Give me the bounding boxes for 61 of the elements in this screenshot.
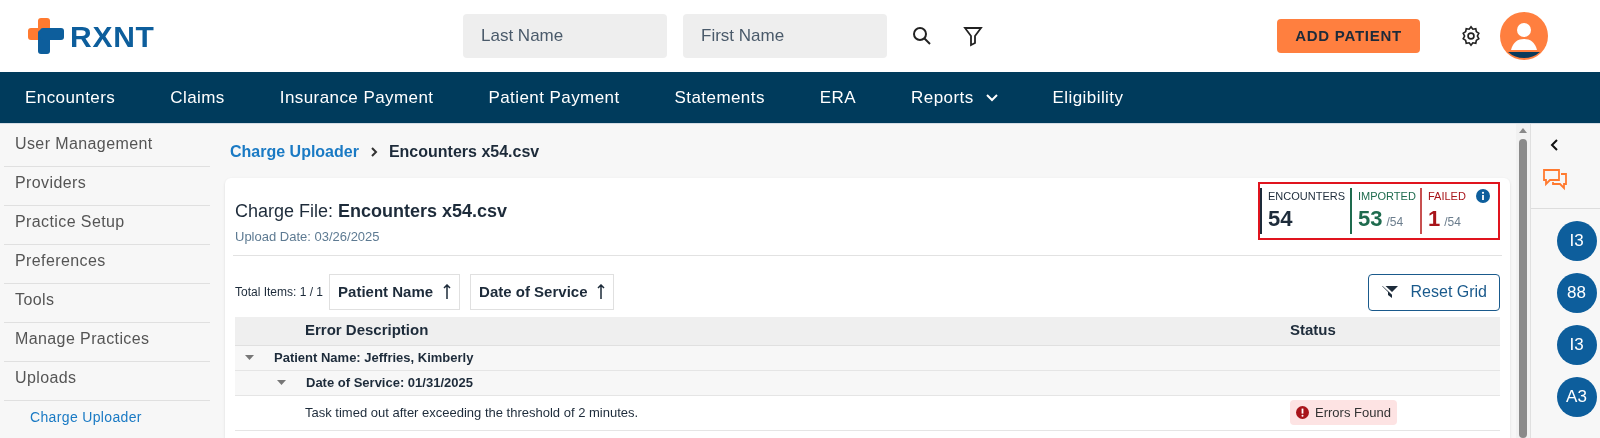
nav-item[interactable]: Statements bbox=[674, 84, 765, 111]
sort-button[interactable]: Patient Name bbox=[329, 274, 461, 310]
nav-item[interactable]: Eligibility bbox=[1052, 84, 1124, 111]
stat-value: 54 bbox=[1268, 204, 1293, 233]
sidebar-item[interactable]: Providers bbox=[4, 167, 210, 206]
collapse-caret-icon[interactable] bbox=[245, 354, 254, 361]
stat-label: FAILED bbox=[1428, 189, 1466, 204]
logo-text: RXNT bbox=[70, 18, 155, 55]
chevron-right-icon bbox=[368, 146, 379, 158]
nav-item[interactable]: Insurance Payment bbox=[279, 84, 434, 111]
stat-value: 1 bbox=[1428, 204, 1441, 233]
settings-icon[interactable] bbox=[1460, 25, 1482, 47]
user-avatar[interactable]: A3 bbox=[1556, 377, 1597, 417]
column-header: Status bbox=[1290, 320, 1336, 341]
sort-up-icon bbox=[443, 284, 452, 300]
collapse-panel-icon[interactable] bbox=[1549, 138, 1560, 152]
add-patient-button[interactable]: ADD PATIENT bbox=[1277, 19, 1420, 53]
stat-label: ENCOUNTERS bbox=[1268, 189, 1345, 204]
breadcrumb-link[interactable]: Charge Uploader bbox=[230, 140, 359, 164]
sidebar-item[interactable]: User Management bbox=[4, 128, 210, 167]
nav-item[interactable]: Encounters bbox=[25, 84, 116, 111]
search-field[interactable]: First Name bbox=[683, 14, 887, 58]
user-avatar-icon[interactable] bbox=[1500, 12, 1548, 60]
nav-item[interactable]: Patient Payment bbox=[488, 84, 620, 111]
logo-icon bbox=[26, 16, 66, 56]
charge-file-title: Charge File: Encounters x54.csv bbox=[235, 200, 508, 223]
stat-total: /54 bbox=[1386, 213, 1404, 231]
column-header: Error Description bbox=[304, 320, 430, 341]
info-icon[interactable] bbox=[1476, 189, 1490, 204]
user-avatar[interactable]: 88 bbox=[1556, 273, 1597, 313]
sort-up-icon bbox=[597, 284, 606, 300]
total-items-label: Total Items: 1 / 1 bbox=[235, 284, 324, 301]
group-row-label: Date of Service: 01/31/2025 bbox=[306, 373, 473, 392]
user-avatar[interactable]: I3 bbox=[1556, 325, 1597, 365]
collapse-caret-icon[interactable] bbox=[277, 379, 286, 386]
filter-icon[interactable] bbox=[963, 25, 983, 47]
stat-total: /54 bbox=[1444, 213, 1461, 231]
sort-button[interactable]: Date of Service bbox=[470, 274, 615, 310]
search-field[interactable]: Last Name bbox=[463, 14, 667, 58]
nav-item[interactable]: Reports bbox=[911, 84, 998, 111]
sidebar-item[interactable]: Uploads bbox=[4, 362, 210, 401]
sidebar-item[interactable]: Practice Setup bbox=[4, 206, 210, 245]
sidebar-item[interactable]: Preferences bbox=[4, 245, 210, 284]
nav-item[interactable]: ERA bbox=[819, 84, 857, 111]
status-badge: Errors Found bbox=[1290, 400, 1397, 425]
group-row-label: Patient Name: Jeffries, Kimberly bbox=[274, 348, 474, 367]
sidebar-item[interactable]: Tools bbox=[4, 284, 210, 323]
stat-value: 53 bbox=[1358, 204, 1383, 233]
sidebar-item[interactable]: Manage Practices bbox=[4, 323, 210, 362]
search-icon[interactable] bbox=[911, 25, 933, 47]
breadcrumb-current: Encounters x54.csv bbox=[388, 142, 540, 162]
user-avatar[interactable]: I3 bbox=[1556, 221, 1597, 261]
stat-label: IMPORTED bbox=[1358, 189, 1416, 204]
filter-clear-icon bbox=[1380, 285, 1399, 299]
upload-date: Upload Date: 03/26/2025 bbox=[235, 228, 381, 246]
scrollbar[interactable] bbox=[1516, 124, 1530, 438]
reset-grid-button[interactable]: Reset Grid bbox=[1367, 273, 1500, 311]
nav-item[interactable]: Claims bbox=[170, 84, 225, 111]
table-cell-text: Task timed out after exceeding the threshold of 2 minutes. bbox=[304, 403, 640, 422]
sidebar-item[interactable]: Charge Uploader bbox=[4, 401, 210, 428]
error-icon bbox=[1296, 406, 1309, 419]
